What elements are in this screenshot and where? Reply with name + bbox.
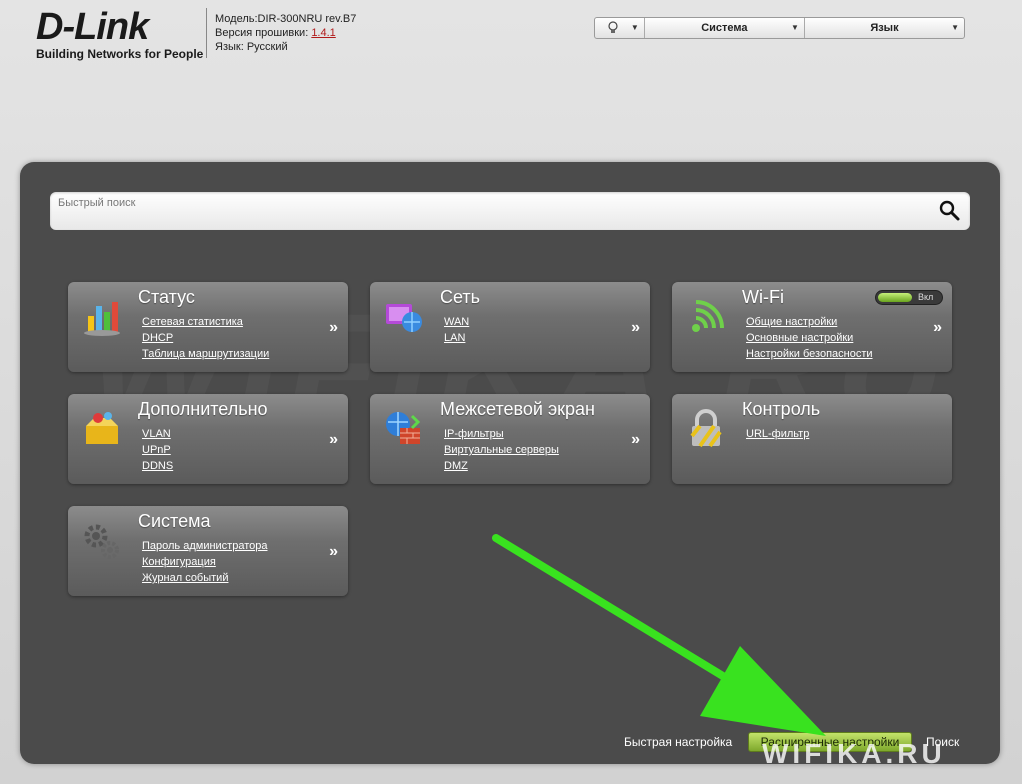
link-ddns[interactable]: DDNS	[142, 458, 173, 474]
card-links: Общие настройки Основные настройки Настр…	[746, 314, 873, 362]
link-lan[interactable]: LAN	[444, 330, 469, 346]
card-links: WAN LAN	[444, 314, 469, 346]
firewall-icon	[386, 412, 421, 444]
system-menu-label: Система	[701, 22, 748, 34]
card-status: Статус Сетевая статистика DHCP Таблица м…	[68, 282, 348, 372]
link-admin-password[interactable]: Пароль администратора	[142, 538, 268, 554]
link-wifi-general[interactable]: Общие настройки	[746, 314, 873, 330]
link-routing-table[interactable]: Таблица маршрутизации	[142, 346, 269, 362]
language-menu[interactable]: Язык ▼	[805, 18, 964, 38]
device-info: Модель:DIR-300NRU rev.B7 Версия прошивки…	[215, 12, 356, 54]
card-firewall: Межсетевой экран IP-фильтры Виртуальные …	[370, 394, 650, 484]
link-dhcp[interactable]: DHCP	[142, 330, 269, 346]
card-system: Система Пароль администратора Конфигурац…	[68, 506, 348, 596]
expand-arrow[interactable]: »	[329, 319, 338, 337]
system-menu[interactable]: Система ▼	[645, 18, 805, 38]
expand-arrow[interactable]: »	[631, 431, 640, 449]
card-title: Дополнительно	[138, 399, 268, 419]
card-network: Сеть WAN LAN »	[370, 282, 650, 372]
model-text: Модель:DIR-300NRU rev.B7	[215, 13, 357, 25]
card-title: Межсетевой экран	[440, 399, 595, 419]
toggle-knob	[878, 293, 912, 302]
toolbox-icon	[86, 412, 118, 444]
wifi-icon	[692, 300, 724, 332]
logo-text: D-Link	[36, 6, 149, 48]
search-input[interactable]	[50, 192, 930, 230]
card-title: Статус	[138, 287, 195, 307]
expand-arrow[interactable]: »	[631, 319, 640, 337]
link-network-stats[interactable]: Сетевая статистика	[142, 314, 269, 330]
header-divider	[206, 8, 207, 58]
link-ip-filters[interactable]: IP-фильтры	[444, 426, 559, 442]
card-advanced: Дополнительно VLAN UPnP DDNS »	[68, 394, 348, 484]
card-title: Wi-Fi	[742, 287, 784, 307]
firmware-line: Версия прошивки: 1.4.1	[215, 26, 356, 40]
link-wifi-basic[interactable]: Основные настройки	[746, 330, 873, 346]
network-icon	[386, 304, 422, 332]
quick-search	[50, 192, 970, 230]
link-wan[interactable]: WAN	[444, 314, 469, 330]
chevron-down-icon: ▼	[630, 23, 639, 32]
firmware-label: Версия прошивки:	[215, 27, 309, 39]
chart-icon	[84, 302, 120, 336]
link-event-log[interactable]: Журнал событий	[142, 570, 268, 586]
link-virtual-servers[interactable]: Виртуальные серверы	[444, 442, 559, 458]
language-text: Язык: Русский	[215, 41, 288, 53]
lightbulb-icon	[608, 21, 618, 33]
link-dmz[interactable]: DMZ	[444, 458, 559, 474]
link-wifi-security[interactable]: Настройки безопасности	[746, 346, 873, 362]
card-links: IP-фильтры Виртуальные серверы DMZ	[444, 426, 559, 474]
link-configuration[interactable]: Конфигурация	[142, 554, 268, 570]
card-control: Контроль URL-фильтр	[672, 394, 952, 484]
toggle-label: Вкл	[918, 292, 934, 302]
search-icon[interactable]	[938, 199, 962, 223]
card-wifi: Wi-Fi Вкл Общие настройки Основные настр…	[672, 282, 952, 372]
card-links: Пароль администратора Конфигурация Журна…	[142, 538, 268, 586]
lock-icon	[690, 409, 722, 448]
dlink-logo: D-Link Building Networks for People	[36, 8, 203, 61]
expand-arrow[interactable]: »	[329, 543, 338, 561]
card-links: VLAN UPnP DDNS	[142, 426, 173, 474]
expand-arrow[interactable]: »	[933, 319, 942, 337]
card-links: Сетевая статистика DHCP Таблица маршрути…	[142, 314, 269, 362]
card-title: Система	[138, 511, 211, 531]
link-vlan[interactable]: VLAN	[142, 426, 173, 442]
quick-setup-button[interactable]: Быстрая настройка	[624, 735, 732, 749]
watermark-bottom: WIFIKA.RU	[762, 738, 946, 769]
firmware-version: 1.4.1	[311, 27, 336, 39]
language-menu-label: Язык	[870, 22, 899, 34]
card-title: Сеть	[440, 287, 481, 307]
notifications-menu[interactable]: ▼	[595, 18, 645, 38]
link-upnp[interactable]: UPnP	[142, 442, 173, 458]
main-panel: WIFIKA.RU Статус Сетевая статистика DHCP…	[20, 162, 1000, 764]
chevron-down-icon: ▼	[790, 23, 799, 32]
gear-icon	[84, 524, 119, 559]
card-links: URL-фильтр	[746, 426, 809, 442]
link-url-filter[interactable]: URL-фильтр	[746, 426, 809, 442]
expand-arrow[interactable]: »	[329, 431, 338, 449]
wifi-toggle[interactable]: Вкл	[875, 290, 943, 305]
card-title: Контроль	[742, 399, 821, 419]
chevron-down-icon: ▼	[951, 23, 960, 32]
logo-tagline: Building Networks for People	[36, 47, 204, 61]
top-menu-bar: ▼ Система ▼ Язык ▼	[594, 17, 965, 39]
